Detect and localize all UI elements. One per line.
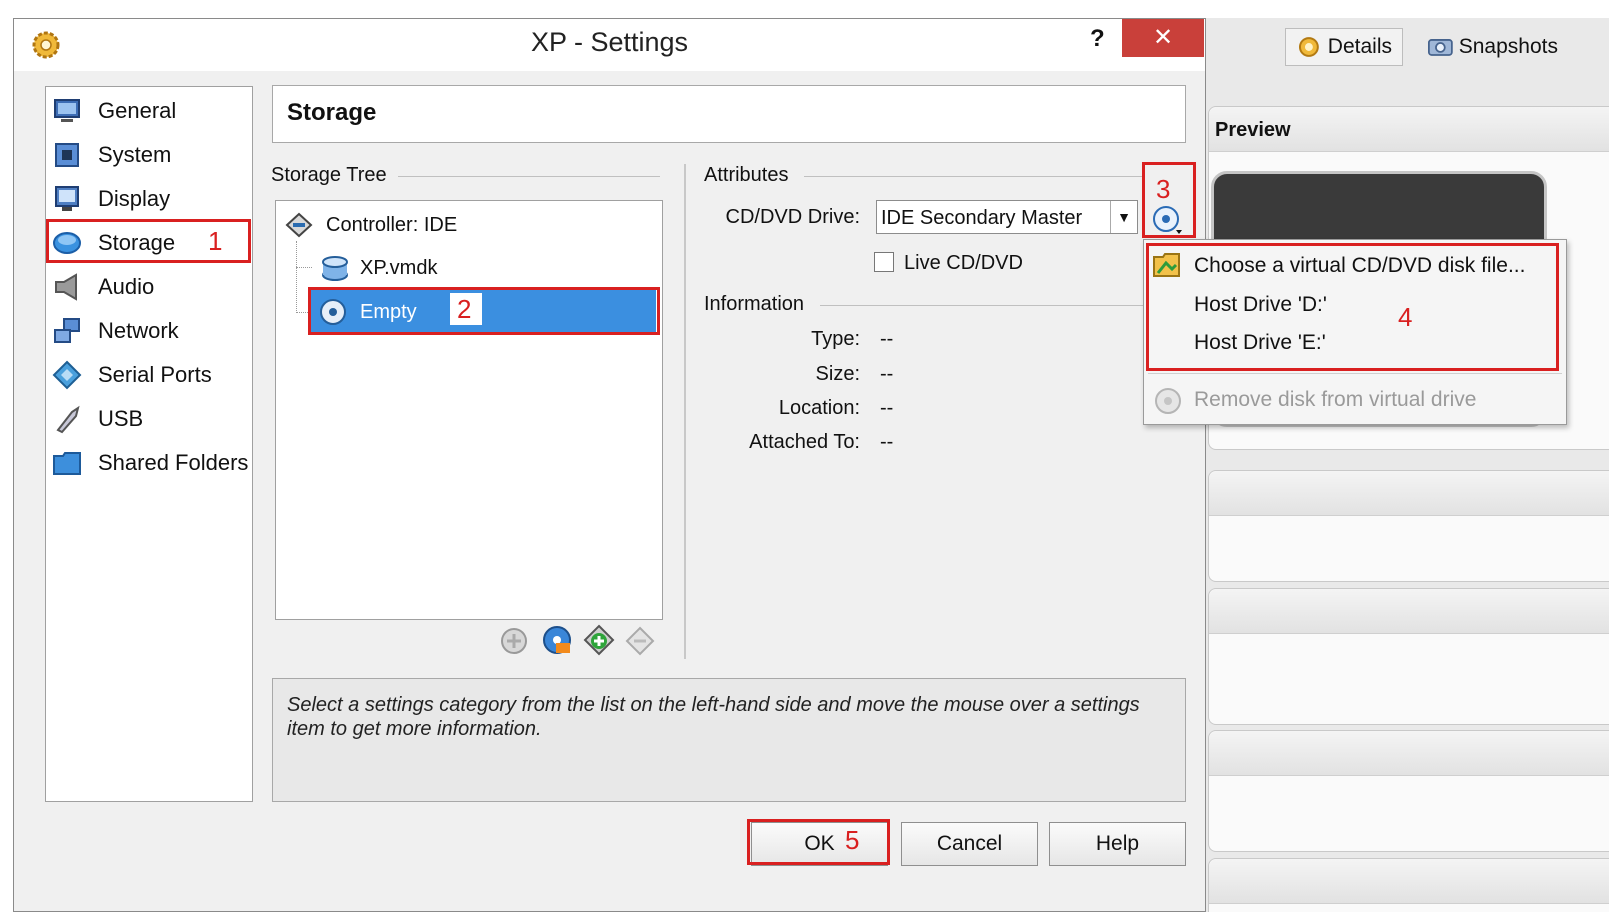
- settings-dialog: XP - Settings ? ✕ General System Display…: [13, 18, 1206, 912]
- serial-port-icon: [52, 360, 82, 390]
- size-label: Size:: [815, 363, 860, 385]
- category-shared-folders[interactable]: Shared Folders: [46, 443, 252, 483]
- type-label: Type:: [811, 328, 860, 350]
- close-button[interactable]: ✕: [1122, 19, 1204, 57]
- category-label: USB: [98, 406, 144, 431]
- annotation-badge-2: 2: [450, 293, 482, 325]
- category-serial-ports[interactable]: Serial Ports: [46, 355, 252, 395]
- cancel-label: Cancel: [936, 832, 1003, 855]
- speaker-icon: [55, 273, 77, 301]
- title-bar[interactable]: XP - Settings ? ✕: [14, 19, 1205, 71]
- group-divider: [398, 176, 660, 177]
- annotation-number-3: 3: [1156, 174, 1171, 204]
- details-tab[interactable]: Details: [1285, 28, 1403, 66]
- usb-icon: [56, 405, 80, 434]
- hard-disk-icon: [322, 256, 348, 281]
- help-icon[interactable]: ?: [1090, 25, 1105, 53]
- category-list: General System Display Storage Audio Net…: [45, 86, 253, 802]
- chevron-down-icon: ▼: [1110, 201, 1137, 233]
- tree-connector: [296, 241, 298, 313]
- cd-drive-select[interactable]: IDE Secondary Master ▼: [876, 200, 1138, 234]
- tree-connector: [296, 267, 312, 268]
- category-label: General: [98, 98, 177, 123]
- type-value: --: [880, 328, 894, 350]
- location-label: Location:: [778, 397, 860, 419]
- annotation-number-1: 1: [208, 226, 223, 256]
- chip-icon: [55, 143, 79, 167]
- controller-label: Controller: IDE: [326, 213, 458, 236]
- category-system[interactable]: System: [46, 135, 252, 175]
- attributes-label: Attributes: [704, 164, 789, 186]
- live-cd-label: Live CD/DVD: [904, 252, 1023, 274]
- preview-label: Preview: [1215, 119, 1291, 141]
- details-section-1: [1208, 470, 1609, 582]
- annotation-box-5: [747, 819, 890, 865]
- help-button[interactable]: Help: [1049, 822, 1186, 866]
- dialog-title: XP - Settings: [530, 27, 689, 57]
- help-label: Help: [1095, 832, 1140, 855]
- category-general[interactable]: General: [46, 91, 252, 131]
- cd-drive-label: CD/DVD Drive:: [725, 206, 860, 228]
- annotation-number-4: 4: [1398, 302, 1413, 332]
- menu-item-remove-disk[interactable]: Remove disk from virtual drive: [1194, 388, 1476, 412]
- live-cd-checkbox[interactable]: [874, 252, 894, 272]
- category-usb[interactable]: USB: [46, 399, 252, 439]
- annotation-box-4: [1146, 243, 1559, 371]
- camera-icon: [1428, 39, 1453, 56]
- description-box: Select a settings category from the list…: [272, 678, 1186, 802]
- preview-section-header: Preview: [1209, 107, 1609, 152]
- category-label: System: [98, 142, 172, 167]
- details-tab-label: Details: [1327, 35, 1392, 58]
- annotation-number-5: 5: [845, 825, 860, 855]
- monitor-icon: [54, 99, 80, 122]
- tree-row-controller[interactable]: Controller: IDE: [284, 209, 457, 241]
- panel-separator: [684, 164, 686, 659]
- disk-label: XP.vmdk: [360, 256, 438, 279]
- display-icon: [55, 186, 79, 211]
- page-header-box: Storage: [272, 85, 1186, 143]
- menu-separator: [1148, 373, 1562, 374]
- attached-to-label: Attached To:: [749, 431, 860, 453]
- category-label: Display: [98, 186, 171, 211]
- annotation-box-2: [308, 287, 660, 335]
- size-value: --: [880, 363, 894, 385]
- attached-to-value: --: [880, 431, 894, 453]
- category-label: Shared Folders: [98, 450, 249, 475]
- gear-icon: [1298, 37, 1319, 57]
- add-controller-icon[interactable]: [498, 625, 530, 657]
- category-label: Network: [98, 318, 179, 343]
- location-value: --: [880, 397, 894, 419]
- details-section-2: [1208, 588, 1609, 725]
- annotation-number-2: 2: [457, 294, 472, 324]
- cd-drive-value: IDE Secondary Master: [881, 207, 1083, 229]
- description-text: Select a settings category from the list…: [287, 694, 1140, 740]
- storage-tree: Controller: IDE XP.vmdk Empty: [275, 200, 663, 620]
- information-label: Information: [704, 293, 805, 315]
- tree-row-disk[interactable]: XP.vmdk: [320, 252, 437, 284]
- details-section-3: [1208, 730, 1609, 852]
- category-label: Audio: [98, 274, 155, 299]
- category-audio[interactable]: Audio: [46, 267, 252, 307]
- details-section-4: [1208, 858, 1609, 912]
- category-network[interactable]: Network: [46, 311, 252, 351]
- snapshots-tab-label: Snapshots: [1458, 35, 1558, 58]
- add-attachment-icon[interactable]: [582, 623, 616, 657]
- controller-icon: [285, 212, 313, 238]
- page-title: Storage: [287, 99, 377, 126]
- network-icon: [54, 318, 80, 343]
- category-label: Serial Ports: [98, 362, 212, 387]
- storage-tree-label: Storage Tree: [271, 164, 387, 186]
- snapshots-tab[interactable]: Snapshots: [1418, 28, 1568, 66]
- add-optical-icon[interactable]: [540, 623, 574, 657]
- remove-disk-icon: [1155, 388, 1181, 414]
- category-display[interactable]: Display: [46, 179, 252, 219]
- folder-icon: [53, 452, 81, 475]
- cancel-button[interactable]: Cancel: [901, 822, 1038, 866]
- group-divider: [820, 305, 1144, 306]
- remove-attachment-icon[interactable]: [624, 625, 656, 657]
- group-divider: [804, 176, 1144, 177]
- manager-window-background: Details Snapshots Preview: [1200, 18, 1609, 912]
